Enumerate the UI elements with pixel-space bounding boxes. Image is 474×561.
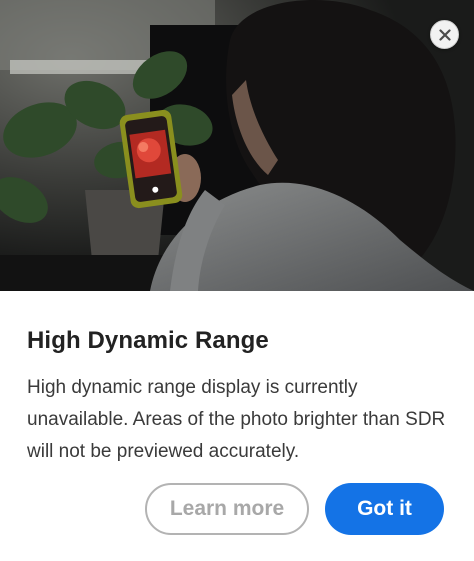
hdr-info-dialog: High Dynamic Range High dynamic range di… [0, 0, 474, 561]
dialog-title: High Dynamic Range [27, 327, 269, 354]
hero-image [0, 0, 474, 291]
got-it-button[interactable]: Got it [325, 483, 444, 535]
learn-more-button[interactable]: Learn more [145, 483, 309, 535]
dialog-body: High dynamic range display is currently … [27, 377, 446, 462]
close-icon [438, 28, 451, 41]
close-button[interactable] [430, 20, 459, 49]
